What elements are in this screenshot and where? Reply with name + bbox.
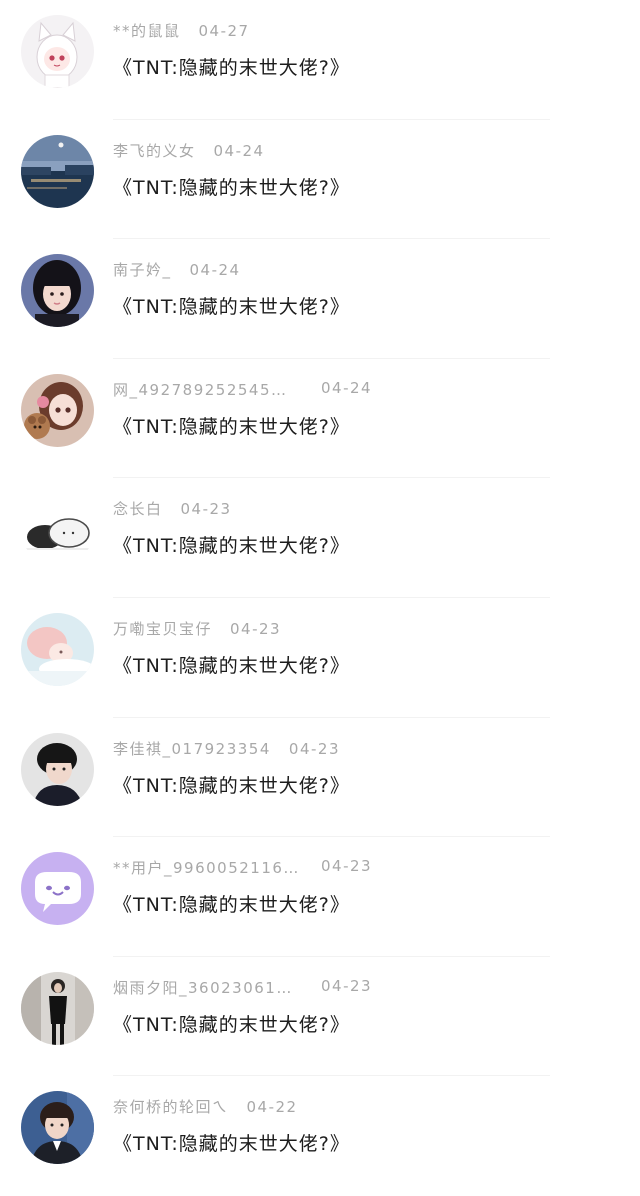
avatar[interactable] [21,493,94,567]
list-item[interactable]: **的鼠鼠 04-27 《TNT:隐藏的末世大佬?》 [0,0,640,120]
avatar[interactable] [21,732,94,806]
list-item[interactable]: 网_492789252545… 04-24 《TNT:隐藏的末世大佬?》 [0,359,640,479]
timestamp: 04-23 [180,500,232,519]
avatar[interactable] [21,134,94,208]
timestamp: 04-23 [230,619,282,638]
timestamp: 04-27 [198,22,250,40]
book-title[interactable]: 《TNT:隐藏的末世大佬?》 [113,531,350,558]
list-item[interactable]: 奈何桥的轮回ㄟ 04-22 《TNT:隐藏的末世大佬?》 [0,1076,640,1196]
book-title[interactable]: 《TNT:隐藏的末世大佬?》 [113,1010,350,1037]
book-title[interactable]: 《TNT:隐藏的末世大佬?》 [113,1129,350,1156]
user-name[interactable]: 万嘞宝贝宝仔 [113,618,212,639]
avatar[interactable] [21,971,94,1045]
list-item[interactable]: 李佳祺_017923354 04-23 《TNT:隐藏的末世大佬?》 [0,718,640,838]
avatar[interactable] [21,852,94,926]
avatar[interactable] [21,1091,94,1165]
book-title[interactable]: 《TNT:隐藏的末世大佬?》 [113,292,350,319]
list-item[interactable]: **用户_9960052116… 04-23 《TNT:隐藏的末世大佬?》 [0,837,640,957]
user-name[interactable]: 奈何桥的轮回ㄟ [113,1096,229,1117]
timestamp: 04-24 [213,141,265,160]
user-name[interactable]: 网_492789252545… [113,379,288,400]
book-title[interactable]: 《TNT:隐藏的末世大佬?》 [113,890,350,917]
avatar[interactable] [21,612,94,686]
list-item[interactable]: 李飞的义女 04-24 《TNT:隐藏的末世大佬?》 [0,120,640,240]
user-name[interactable]: 李佳祺_017923354 [113,738,271,759]
timestamp: 04-23 [288,739,340,758]
user-name[interactable]: **用户_9960052116… [113,857,300,878]
timestamp: 04-23 [321,976,373,995]
list-item[interactable]: 念长白 04-23 《TNT:隐藏的末世大佬?》 [0,478,640,598]
book-title[interactable]: 《TNT:隐藏的末世大佬?》 [113,412,350,439]
avatar[interactable] [21,373,94,447]
book-title[interactable]: 《TNT:隐藏的末世大佬?》 [113,651,350,678]
list-item[interactable]: 南子妗_ 04-24 《TNT:隐藏的末世大佬?》 [0,239,640,359]
user-name[interactable]: 念长白 [113,498,163,519]
avatar[interactable] [21,15,94,88]
book-title[interactable]: 《TNT:隐藏的末世大佬?》 [113,771,350,798]
timestamp: 04-23 [321,857,373,876]
user-name[interactable]: **的鼠鼠 [113,20,181,41]
avatar[interactable] [21,254,94,328]
timestamp: 04-24 [189,261,241,280]
user-name[interactable]: 南子妗_ [113,259,172,280]
user-name[interactable]: 李飞的义女 [113,140,196,161]
book-title[interactable]: 《TNT:隐藏的末世大佬?》 [113,173,350,200]
book-title[interactable]: 《TNT:隐藏的末世大佬?》 [113,53,350,80]
notification-list: **的鼠鼠 04-27 《TNT:隐藏的末世大佬?》 李飞的义女 04-24 《TN… [0,0,640,1196]
list-item[interactable]: 烟雨夕阳_36023061… 04-23 《TNT:隐藏的末世大佬?》 [0,957,640,1077]
timestamp: 04-22 [246,1098,298,1117]
timestamp: 04-24 [321,378,373,397]
user-name[interactable]: 烟雨夕阳_36023061… [113,977,293,998]
list-item[interactable]: 万嘞宝贝宝仔 04-23 《TNT:隐藏的末世大佬?》 [0,598,640,718]
